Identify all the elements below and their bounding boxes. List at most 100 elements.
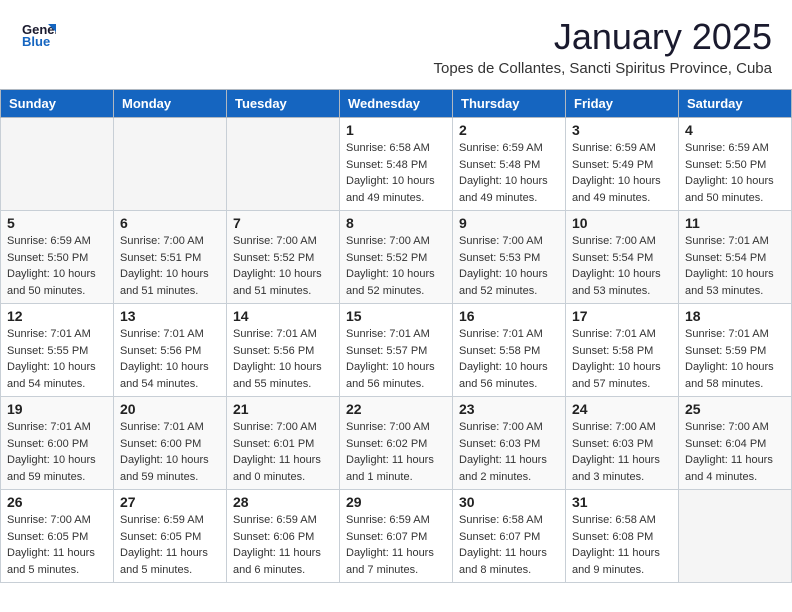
day-number: 19 bbox=[7, 401, 107, 417]
calendar-week-row: 5 Sunrise: 6:59 AMSunset: 5:50 PMDaylight… bbox=[1, 211, 792, 304]
day-number: 24 bbox=[572, 401, 672, 417]
calendar-cell: 14 Sunrise: 7:01 AMSunset: 5:56 PMDayligh… bbox=[227, 304, 340, 397]
day-number: 23 bbox=[459, 401, 559, 417]
day-info: Sunrise: 7:01 AMSunset: 5:59 PMDaylight:… bbox=[685, 326, 785, 392]
day-info: Sunrise: 7:00 AMSunset: 5:51 PMDaylight:… bbox=[120, 233, 220, 299]
calendar-cell: 4 Sunrise: 6:59 AMSunset: 5:50 PMDaylight… bbox=[679, 118, 792, 211]
day-number: 9 bbox=[459, 215, 559, 231]
calendar-cell: 3 Sunrise: 6:59 AMSunset: 5:49 PMDaylight… bbox=[566, 118, 679, 211]
day-number: 27 bbox=[120, 494, 220, 510]
day-number: 16 bbox=[459, 308, 559, 324]
weekday-header-sunday: Sunday bbox=[1, 90, 114, 118]
day-number: 4 bbox=[685, 122, 785, 138]
day-info: Sunrise: 7:00 AMSunset: 5:52 PMDaylight:… bbox=[346, 233, 446, 299]
weekday-header-monday: Monday bbox=[114, 90, 227, 118]
calendar-cell: 21 Sunrise: 7:00 AMSunset: 6:01 PMDayligh… bbox=[227, 397, 340, 490]
day-number: 7 bbox=[233, 215, 333, 231]
calendar-cell: 27 Sunrise: 6:59 AMSunset: 6:05 PMDayligh… bbox=[114, 490, 227, 583]
calendar-cell: 16 Sunrise: 7:01 AMSunset: 5:58 PMDayligh… bbox=[453, 304, 566, 397]
day-info: Sunrise: 6:59 AMSunset: 5:50 PMDaylight:… bbox=[685, 140, 785, 206]
day-number: 28 bbox=[233, 494, 333, 510]
day-info: Sunrise: 7:00 AMSunset: 6:01 PMDaylight:… bbox=[233, 419, 333, 485]
calendar-cell: 26 Sunrise: 7:00 AMSunset: 6:05 PMDayligh… bbox=[1, 490, 114, 583]
calendar-cell: 6 Sunrise: 7:00 AMSunset: 5:51 PMDaylight… bbox=[114, 211, 227, 304]
day-number: 6 bbox=[120, 215, 220, 231]
weekday-header-tuesday: Tuesday bbox=[227, 90, 340, 118]
day-number: 31 bbox=[572, 494, 672, 510]
day-number: 13 bbox=[120, 308, 220, 324]
day-info: Sunrise: 7:01 AMSunset: 5:58 PMDaylight:… bbox=[459, 326, 559, 392]
calendar-cell bbox=[679, 490, 792, 583]
logo: General Blue bbox=[20, 16, 56, 52]
calendar-cell: 15 Sunrise: 7:01 AMSunset: 5:57 PMDayligh… bbox=[340, 304, 453, 397]
calendar-cell: 11Sunrise: 7:01 AMSunset: 5:54 PMDayligh… bbox=[679, 211, 792, 304]
logo-icon: General Blue bbox=[20, 16, 56, 52]
calendar-cell: 13 Sunrise: 7:01 AMSunset: 5:56 PMDayligh… bbox=[114, 304, 227, 397]
calendar-cell: 25Sunrise: 7:00 AMSunset: 6:04 PMDayligh… bbox=[679, 397, 792, 490]
day-number: 14 bbox=[233, 308, 333, 324]
day-info: Sunrise: 7:01 AMSunset: 5:56 PMDaylight:… bbox=[233, 326, 333, 392]
weekday-header-saturday: Saturday bbox=[679, 90, 792, 118]
weekday-header-thursday: Thursday bbox=[453, 90, 566, 118]
day-info: Sunrise: 6:59 AMSunset: 6:07 PMDaylight:… bbox=[346, 512, 446, 578]
calendar-cell: 12 Sunrise: 7:01 AMSunset: 5:55 PMDayligh… bbox=[1, 304, 114, 397]
day-info: Sunrise: 7:01 AMSunset: 5:57 PMDaylight:… bbox=[346, 326, 446, 392]
day-info: Sunrise: 6:59 AMSunset: 5:50 PMDaylight:… bbox=[7, 233, 107, 299]
calendar-table: SundayMondayTuesdayWednesdayThursdayFrid… bbox=[0, 89, 792, 583]
day-number: 25 bbox=[685, 401, 785, 417]
day-number: 20 bbox=[120, 401, 220, 417]
weekday-header-row: SundayMondayTuesdayWednesdayThursdayFrid… bbox=[1, 90, 792, 118]
calendar-cell bbox=[227, 118, 340, 211]
day-number: 5 bbox=[7, 215, 107, 231]
day-number: 2 bbox=[459, 122, 559, 138]
calendar-cell: 29 Sunrise: 6:59 AMSunset: 6:07 PMDayligh… bbox=[340, 490, 453, 583]
calendar-cell: 10 Sunrise: 7:00 AMSunset: 5:54 PMDayligh… bbox=[566, 211, 679, 304]
calendar-week-row: 19 Sunrise: 7:01 AMSunset: 6:00 PMDayligh… bbox=[1, 397, 792, 490]
svg-text:Blue: Blue bbox=[22, 34, 50, 49]
day-number: 18 bbox=[685, 308, 785, 324]
day-number: 3 bbox=[572, 122, 672, 138]
day-number: 21 bbox=[233, 401, 333, 417]
day-number: 22 bbox=[346, 401, 446, 417]
calendar-cell: 18 Sunrise: 7:01 AMSunset: 5:59 PMDayligh… bbox=[679, 304, 792, 397]
day-info: Sunrise: 7:01 AMSunset: 5:56 PMDaylight:… bbox=[120, 326, 220, 392]
calendar-cell: 1Sunrise: 6:58 AMSunset: 5:48 PMDaylight… bbox=[340, 118, 453, 211]
day-number: 26 bbox=[7, 494, 107, 510]
day-info: Sunrise: 7:00 AMSunset: 5:52 PMDaylight:… bbox=[233, 233, 333, 299]
day-info: Sunrise: 6:59 AMSunset: 6:06 PMDaylight:… bbox=[233, 512, 333, 578]
day-info: Sunrise: 7:00 AMSunset: 6:03 PMDaylight:… bbox=[572, 419, 672, 485]
calendar-cell: 7 Sunrise: 7:00 AMSunset: 5:52 PMDaylight… bbox=[227, 211, 340, 304]
day-number: 12 bbox=[7, 308, 107, 324]
calendar-cell: 24 Sunrise: 7:00 AMSunset: 6:03 PMDayligh… bbox=[566, 397, 679, 490]
day-number: 29 bbox=[346, 494, 446, 510]
day-info: Sunrise: 7:01 AMSunset: 5:55 PMDaylight:… bbox=[7, 326, 107, 392]
location-subtitle: Topes de Collantes, Sancti Spiritus Prov… bbox=[433, 60, 772, 77]
day-info: Sunrise: 6:59 AMSunset: 5:49 PMDaylight:… bbox=[572, 140, 672, 206]
day-number: 17 bbox=[572, 308, 672, 324]
day-info: Sunrise: 7:00 AMSunset: 5:54 PMDaylight:… bbox=[572, 233, 672, 299]
calendar-cell bbox=[1, 118, 114, 211]
day-number: 8 bbox=[346, 215, 446, 231]
calendar-cell: 22Sunrise: 7:00 AMSunset: 6:02 PMDayligh… bbox=[340, 397, 453, 490]
day-info: Sunrise: 7:01 AMSunset: 6:00 PMDaylight:… bbox=[7, 419, 107, 485]
day-info: Sunrise: 7:00 AMSunset: 6:05 PMDaylight:… bbox=[7, 512, 107, 578]
calendar-cell: 5 Sunrise: 6:59 AMSunset: 5:50 PMDaylight… bbox=[1, 211, 114, 304]
calendar-cell: 30Sunrise: 6:58 AMSunset: 6:07 PMDayligh… bbox=[453, 490, 566, 583]
day-info: Sunrise: 6:58 AMSunset: 5:48 PMDaylight:… bbox=[346, 140, 446, 206]
calendar-cell: 17Sunrise: 7:01 AMSunset: 5:58 PMDayligh… bbox=[566, 304, 679, 397]
page-header: General Blue January 2025 Topes de Colla… bbox=[0, 0, 792, 81]
calendar-week-row: 1Sunrise: 6:58 AMSunset: 5:48 PMDaylight… bbox=[1, 118, 792, 211]
calendar-week-row: 12 Sunrise: 7:01 AMSunset: 5:55 PMDayligh… bbox=[1, 304, 792, 397]
day-number: 30 bbox=[459, 494, 559, 510]
calendar-cell bbox=[114, 118, 227, 211]
day-info: Sunrise: 6:59 AMSunset: 6:05 PMDaylight:… bbox=[120, 512, 220, 578]
calendar-week-row: 26 Sunrise: 7:00 AMSunset: 6:05 PMDayligh… bbox=[1, 490, 792, 583]
day-info: Sunrise: 6:58 AMSunset: 6:08 PMDaylight:… bbox=[572, 512, 672, 578]
calendar-cell: 20Sunrise: 7:01 AMSunset: 6:00 PMDayligh… bbox=[114, 397, 227, 490]
day-info: Sunrise: 7:00 AMSunset: 6:03 PMDaylight:… bbox=[459, 419, 559, 485]
day-number: 15 bbox=[346, 308, 446, 324]
day-number: 10 bbox=[572, 215, 672, 231]
title-block: January 2025 Topes de Collantes, Sancti … bbox=[433, 16, 772, 77]
weekday-header-wednesday: Wednesday bbox=[340, 90, 453, 118]
calendar-cell: 8 Sunrise: 7:00 AMSunset: 5:52 PMDaylight… bbox=[340, 211, 453, 304]
